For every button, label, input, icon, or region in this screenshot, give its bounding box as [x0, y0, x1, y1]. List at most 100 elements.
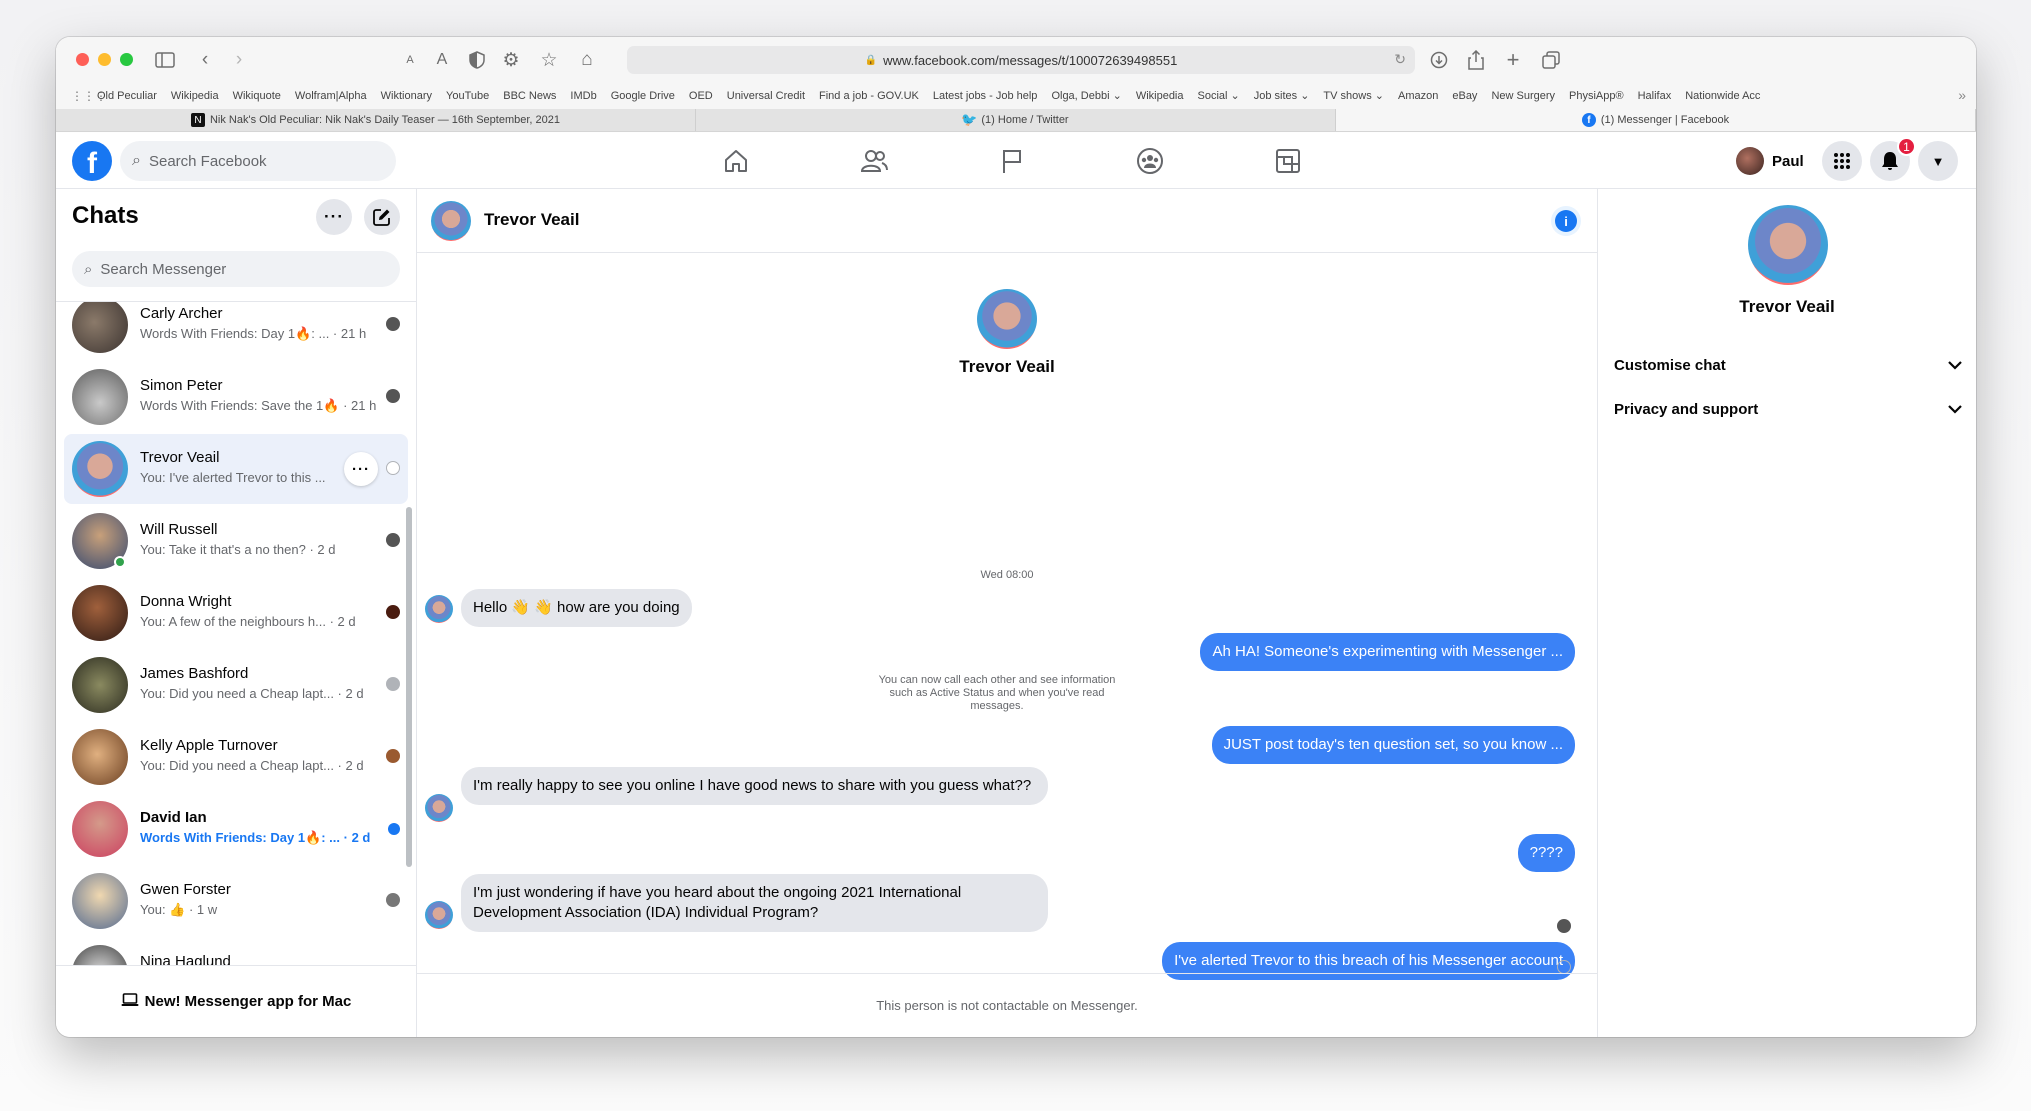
home-icon[interactable] — [716, 143, 756, 179]
download-icon[interactable] — [1426, 47, 1452, 73]
bookmark-item[interactable]: Nationwide Acc — [1685, 90, 1760, 102]
customise-chat-section[interactable]: Customise chat — [1614, 353, 1962, 377]
incoming-message[interactable]: I'm just wondering if have you heard abo… — [461, 874, 1048, 932]
bookmark-item[interactable]: OED — [689, 90, 713, 102]
twitter-favicon-icon: 🐦 — [961, 112, 978, 127]
new-tab-icon[interactable]: + — [1500, 47, 1526, 73]
bookmark-item[interactable]: Wikiquote — [233, 90, 281, 102]
text-smaller-icon[interactable]: A — [397, 47, 423, 73]
chat-item-james-bashford[interactable]: James Bashford You: Did you need a Cheap… — [64, 650, 408, 720]
star-icon[interactable]: ☆ — [536, 47, 562, 73]
text-larger-icon[interactable]: A — [429, 47, 455, 73]
bookmark-folder[interactable]: Job sites ⌄ — [1254, 89, 1310, 102]
chevron-double-right-icon[interactable]: » — [1958, 87, 1966, 103]
minimize-window-button[interactable] — [98, 53, 111, 66]
info-icon[interactable]: i — [1555, 210, 1577, 232]
account-menu-button[interactable]: ▼ — [1918, 141, 1958, 181]
avatar — [425, 794, 453, 822]
conversation-panel: Trevor Veail i Trevor Veail Wed 08:00 He… — [417, 189, 1597, 1037]
conversation-title[interactable]: Trevor Veail — [484, 210, 579, 230]
bookmark-item[interactable]: Universal Credit — [727, 90, 805, 102]
conversation-footer: This person is not contactable on Messen… — [417, 973, 1597, 1037]
tab-messenger[interactable]: f (1) Messenger | Facebook — [1336, 109, 1976, 131]
grid-icon[interactable]: ⋮⋮⋮ — [71, 89, 107, 103]
gaming-icon[interactable] — [1268, 143, 1308, 179]
home-icon[interactable]: ⌂ — [574, 47, 600, 73]
chat-list-scrollbar[interactable] — [406, 507, 412, 867]
bookmark-item[interactable]: Wolfram|Alpha — [295, 90, 367, 102]
address-bar[interactable]: 🔒 www.facebook.com/messages/t/1000726394… — [627, 46, 1415, 74]
incoming-message[interactable]: I'm really happy to see you online I hav… — [461, 767, 1048, 805]
outgoing-message[interactable]: JUST post today's ten question set, so y… — [1211, 726, 1575, 764]
chat-options-button[interactable]: ··· — [344, 452, 378, 486]
seen-avatar-icon — [386, 893, 400, 907]
seen-avatar-icon — [386, 317, 400, 331]
close-window-button[interactable] — [76, 53, 89, 66]
bookmark-folder[interactable]: TV shows ⌄ — [1323, 89, 1384, 102]
tab-nik-nak[interactable]: N Nik Nak's Old Peculiar: Nik Nak's Dail… — [56, 109, 696, 131]
message-row: ???? — [1517, 834, 1575, 872]
section-label: Customise chat — [1614, 356, 1726, 374]
chat-item-trevor-veail[interactable]: Trevor Veail You: I've alerted Trevor to… — [64, 434, 408, 504]
tab-twitter[interactable]: 🐦 (1) Home / Twitter — [696, 109, 1336, 131]
bookmark-item[interactable]: Amazon — [1398, 90, 1438, 102]
bookmark-item[interactable]: IMDb — [570, 90, 596, 102]
sidebar-toggle-icon[interactable] — [152, 47, 178, 73]
intro-name: Trevor Veail — [959, 357, 1055, 376]
bookmark-item[interactable]: YouTube — [446, 90, 489, 102]
bookmark-item[interactable]: Google Drive — [611, 90, 675, 102]
bookmark-item[interactable]: PhysiApp® — [1569, 90, 1624, 102]
outgoing-message[interactable]: ???? — [1517, 834, 1575, 872]
messenger-search-input[interactable]: ⌕ Search Messenger — [72, 251, 400, 287]
avatar — [72, 585, 128, 641]
share-icon[interactable] — [1463, 47, 1489, 73]
shield-icon[interactable] — [464, 47, 490, 73]
profile-chip[interactable]: Paul — [1736, 145, 1804, 177]
bookmark-folder[interactable]: Olga, Debbi ⌄ — [1051, 89, 1121, 102]
back-icon[interactable]: ‹ — [192, 47, 218, 73]
bookmark-item[interactable]: Halifax — [1638, 90, 1672, 102]
avatar — [72, 801, 128, 857]
message-row: I'm just wondering if have you heard abo… — [461, 874, 1048, 932]
bookmark-item[interactable]: Wiktionary — [381, 90, 432, 102]
chat-item-donna-wright[interactable]: Donna Wright You: A few of the neighbour… — [64, 578, 408, 648]
menu-grid-button[interactable] — [1822, 141, 1862, 181]
bookmark-item[interactable]: BBC News — [503, 90, 556, 102]
forward-icon[interactable]: › — [226, 47, 252, 73]
avatar[interactable] — [977, 289, 1037, 349]
friends-icon[interactable] — [854, 143, 894, 179]
chat-name: David Ian — [140, 809, 207, 826]
facebook-search-input[interactable]: ⌕ Search Facebook — [120, 141, 396, 181]
chat-item-will-russell[interactable]: Will Russell You: Take it that's a no th… — [64, 506, 408, 576]
new-message-button[interactable] — [364, 199, 400, 235]
facebook-logo-icon[interactable]: f — [72, 141, 112, 181]
avatar[interactable] — [1748, 205, 1828, 285]
gear-icon[interactable]: ⚙ — [498, 47, 524, 73]
chat-item-simon-peter[interactable]: Simon Peter Words With Friends: Save the… — [64, 362, 408, 432]
avatar[interactable] — [431, 201, 471, 241]
bookmark-item[interactable]: Old Peculiar — [97, 90, 157, 102]
privacy-support-section[interactable]: Privacy and support — [1614, 397, 1962, 421]
bookmark-folder[interactable]: Social ⌄ — [1198, 89, 1240, 102]
bookmark-item[interactable]: Wikipedia — [171, 90, 219, 102]
bookmark-item[interactable]: Find a job - GOV.UK — [819, 90, 919, 102]
chat-item-gwen-forster[interactable]: Gwen Forster You: 👍 · 1 w — [64, 866, 408, 936]
groups-icon[interactable] — [1130, 143, 1170, 179]
chat-item-nina-haglund[interactable]: Nina Haglund — [64, 938, 408, 965]
new-messenger-app-link[interactable]: New! Messenger app for Mac — [56, 965, 416, 1037]
outgoing-message[interactable]: Ah HA! Someone's experimenting with Mess… — [1200, 633, 1575, 671]
pages-flag-icon[interactable] — [992, 143, 1032, 179]
bookmark-item[interactable]: Wikipedia — [1136, 90, 1184, 102]
notifications-button[interactable]: 1 — [1870, 137, 1916, 181]
zoom-window-button[interactable] — [120, 53, 133, 66]
reload-icon[interactable]: ↻ — [1394, 51, 1406, 68]
bookmark-item[interactable]: Latest jobs - Job help — [933, 90, 1038, 102]
incoming-message[interactable]: Hello 👋 👋 how are you doing — [461, 589, 692, 627]
bookmark-item[interactable]: New Surgery — [1491, 90, 1555, 102]
tab-overview-icon[interactable] — [1538, 47, 1564, 73]
chats-options-button[interactable]: ··· — [316, 199, 352, 235]
chat-item-carly-archer[interactable]: Carly Archer Words With Friends: Day 1🔥:… — [64, 302, 408, 360]
chat-item-david-ian[interactable]: David Ian Words With Friends: Day 1🔥: ..… — [64, 794, 408, 864]
chat-item-kelly-apple-turnover[interactable]: Kelly Apple Turnover You: Did you need a… — [64, 722, 408, 792]
bookmark-item[interactable]: eBay — [1452, 90, 1477, 102]
